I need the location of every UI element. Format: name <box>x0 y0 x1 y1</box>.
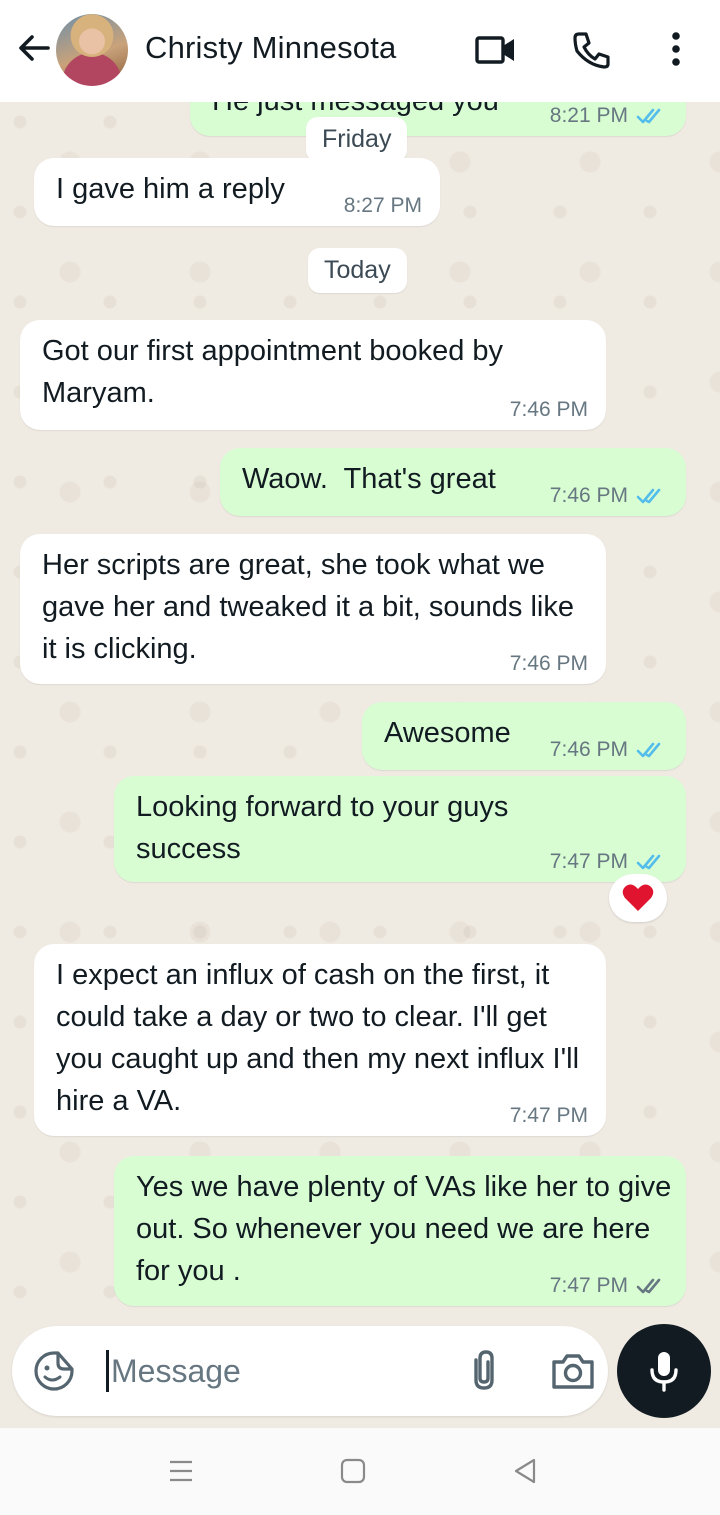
attach-button[interactable] <box>464 1348 504 1394</box>
message-bubble-outgoing[interactable]: He just messaged you 8:21 PM <box>190 102 686 136</box>
message-composer <box>12 1326 608 1416</box>
message-time: 7:46 PM <box>549 738 628 761</box>
nav-back-button[interactable] <box>510 1456 540 1486</box>
message-meta: 7:46 PM <box>510 652 588 676</box>
nav-back-icon <box>514 1458 536 1484</box>
message-meta: 7:47 PM <box>550 850 668 874</box>
message-bubble-incoming[interactable]: Got our first appointment booked by Mary… <box>20 320 606 430</box>
message-input[interactable] <box>106 1350 446 1392</box>
message-bubble-incoming[interactable]: I gave him a reply 8:27 PM <box>34 158 440 226</box>
phone-icon <box>573 32 610 69</box>
message-meta: 8:27 PM <box>344 194 422 218</box>
mic-icon <box>650 1352 678 1392</box>
voice-call-button[interactable] <box>568 26 616 74</box>
message-text: Her scripts are great, she took what we … <box>42 549 574 665</box>
nav-recents-button[interactable] <box>166 1456 196 1486</box>
message-bubble-outgoing[interactable]: Awesome 7:46 PM <box>362 702 686 770</box>
message-time: 7:46 PM <box>549 484 628 507</box>
heart-icon <box>622 884 654 911</box>
nav-home-icon <box>340 1458 366 1484</box>
heart-reaction[interactable] <box>609 874 667 922</box>
contact-name[interactable]: Christy Minnesota <box>145 30 397 66</box>
more-vert-icon <box>672 32 680 66</box>
message-time: 7:47 PM <box>509 1104 588 1127</box>
camera-icon <box>552 1354 594 1389</box>
more-options-button[interactable] <box>654 26 702 74</box>
message-bubble-incoming[interactable]: I expect an influx of cash on the first,… <box>34 944 606 1136</box>
sticker-icon <box>34 1351 74 1391</box>
message-meta: 7:46 PM <box>510 398 588 422</box>
nav-home-button[interactable] <box>338 1456 368 1486</box>
system-navigation-bar <box>0 1428 720 1515</box>
chat-header: Christy Minnesota <box>0 0 720 102</box>
video-call-icon <box>475 36 514 64</box>
back-button[interactable] <box>14 28 54 68</box>
message-list[interactable]: He just messaged you 8:21 PM Friday I ga… <box>0 102 720 1322</box>
date-separator-friday: Friday <box>306 117 408 162</box>
date-separator-today: Today <box>308 248 407 293</box>
message-time: 7:47 PM <box>549 1274 628 1297</box>
message-bubble-outgoing[interactable]: Looking forward to your guys success 7:4… <box>114 776 686 882</box>
message-meta: 7:46 PM <box>550 484 668 508</box>
message-bubble-incoming[interactable]: Her scripts are great, she took what we … <box>20 534 606 684</box>
message-meta: 7:47 PM <box>550 1274 668 1298</box>
message-text: I expect an influx of cash on the first,… <box>56 959 580 1117</box>
read-ticks-icon <box>636 108 661 124</box>
back-arrow-icon <box>19 35 50 61</box>
message-time: 8:21 PM <box>549 104 628 127</box>
message-time: 7:46 PM <box>509 652 588 675</box>
message-meta: 7:47 PM <box>510 1104 588 1128</box>
delivered-ticks-icon <box>636 1278 661 1294</box>
message-meta: 8:21 PM <box>550 104 668 128</box>
camera-button[interactable] <box>550 1350 596 1392</box>
read-ticks-icon <box>636 854 661 870</box>
message-text: Looking forward to your guys success <box>136 791 509 865</box>
sticker-button[interactable] <box>32 1349 76 1393</box>
message-time: 8:27 PM <box>343 194 422 217</box>
message-bubble-outgoing[interactable]: Waow. That's great 7:46 PM <box>220 448 686 516</box>
read-ticks-icon <box>636 742 661 758</box>
contact-avatar[interactable] <box>56 14 128 86</box>
voice-message-button[interactable] <box>617 1324 711 1418</box>
video-call-button[interactable] <box>472 26 520 74</box>
nav-recents-icon <box>170 1460 192 1482</box>
message-meta: 7:46 PM <box>550 738 668 762</box>
read-ticks-icon <box>636 488 661 504</box>
message-bubble-outgoing[interactable]: Yes we have plenty of VAs like her to gi… <box>114 1156 686 1306</box>
attach-icon <box>474 1350 494 1390</box>
message-time: 7:47 PM <box>549 850 628 873</box>
message-time: 7:46 PM <box>509 398 588 421</box>
